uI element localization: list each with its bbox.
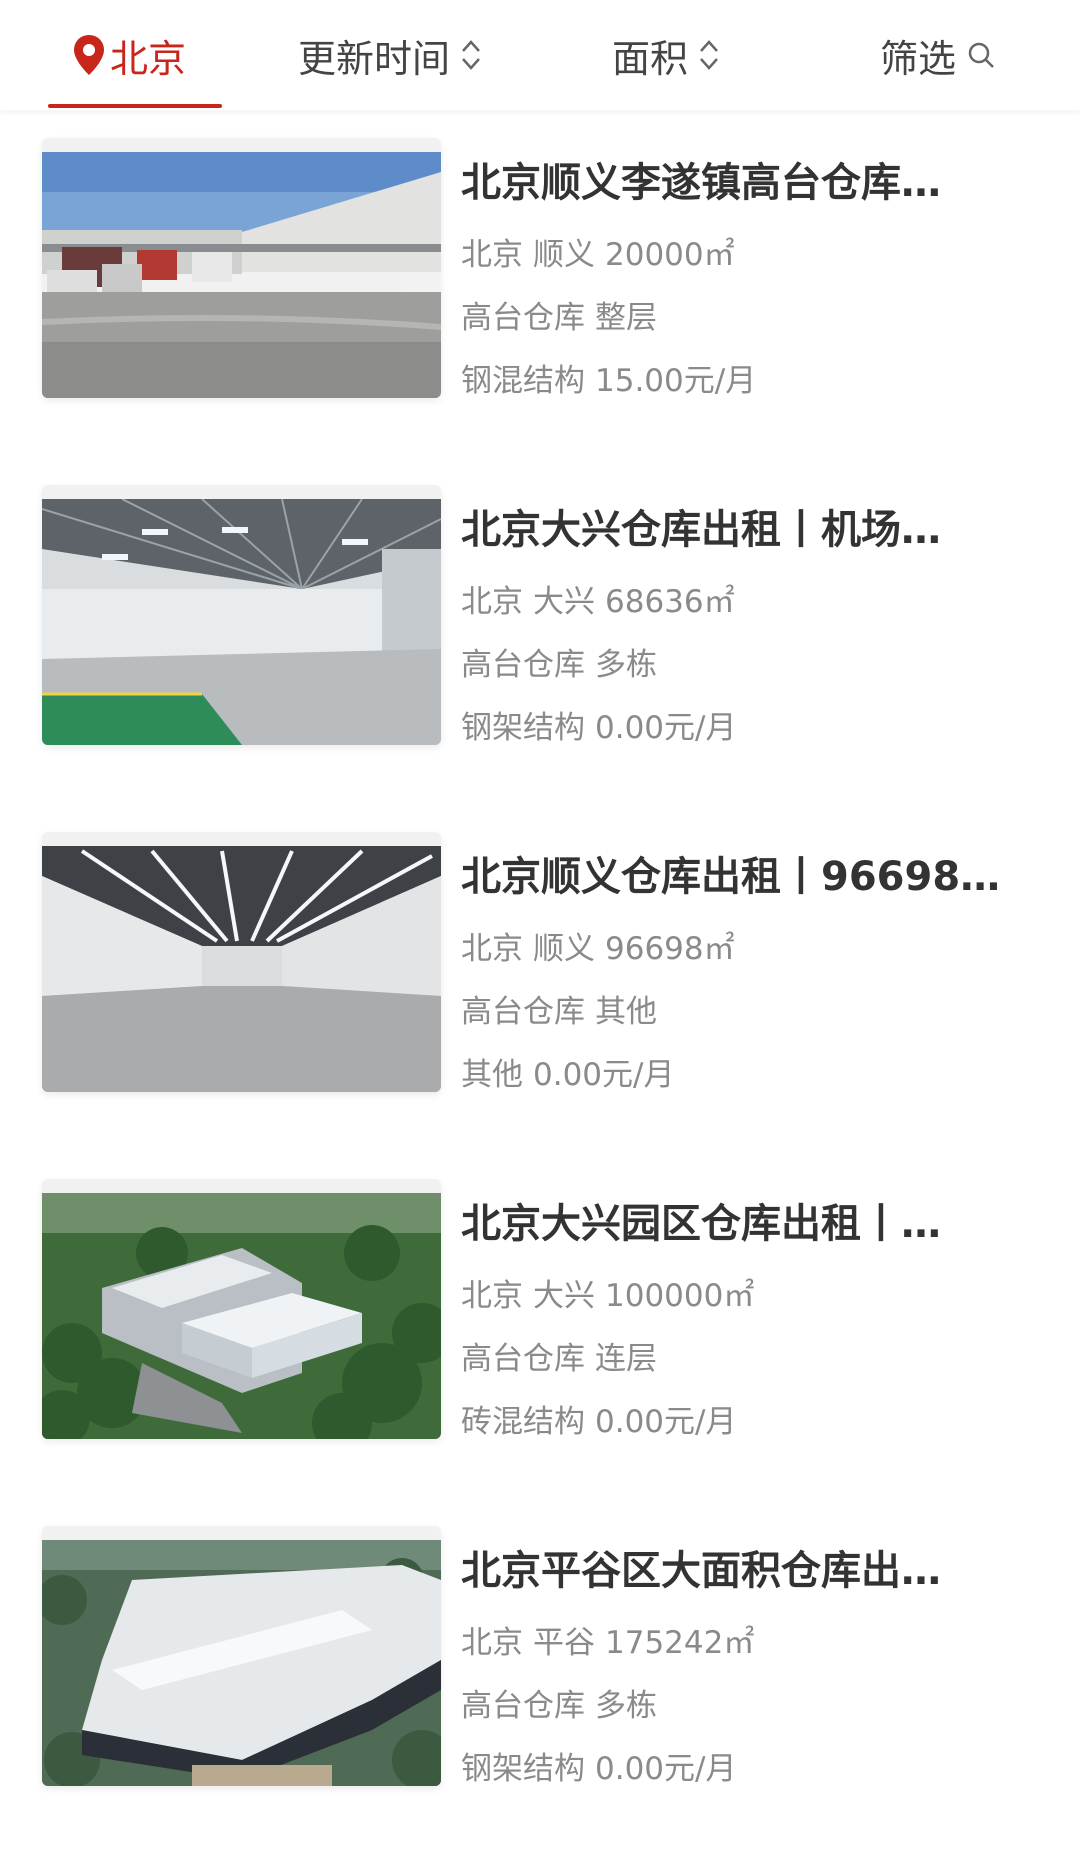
- update-time-label: 更新时间: [298, 36, 451, 81]
- filter-bar: 北京 更新时间 面积 筛选: [0, 0, 1080, 110]
- warehouse-complex-image: [42, 1540, 441, 1786]
- map-pin-icon: [74, 35, 104, 75]
- listing-structure: 钢混结构: [461, 363, 585, 399]
- warehouse-interior-image: [42, 499, 441, 745]
- listing-area: 68636㎡: [605, 584, 735, 620]
- listing-price-row: 钢混结构 15.00元/月: [461, 363, 1041, 399]
- listing-location: 北京 大兴 68636㎡: [461, 584, 1041, 620]
- listing-price-row: 钢架结构 0.00元/月: [461, 710, 1041, 746]
- listing-district: 大兴: [533, 1278, 595, 1314]
- listing-info: 北京大兴园区仓库出租丨… 北京 大兴 100000㎡ 高台仓库 连层 砖混结构 0.00…: [461, 1196, 1041, 1440]
- listing-type-row: 高台仓库 多栋: [461, 1688, 1041, 1724]
- listing-area: 96698㎡: [605, 931, 735, 967]
- listing-card[interactable]: 北京大兴园区仓库出租丨… 北京 大兴 100000㎡ 高台仓库 连层 砖混结构 0.00…: [0, 1151, 1080, 1498]
- listing-card[interactable]: 北京顺义李遂镇高台仓库… 北京 顺义 20000㎡ 高台仓库 整层 钢混结构 15.00…: [0, 110, 1080, 457]
- listing-type: 高台仓库: [461, 1688, 585, 1724]
- listing-area: 100000㎡: [605, 1278, 755, 1314]
- listing-area: 20000㎡: [605, 237, 735, 273]
- listing-info: 北京顺义李遂镇高台仓库… 北京 顺义 20000㎡ 高台仓库 整层 钢混结构 15.00…: [461, 155, 1041, 399]
- listing-title[interactable]: 北京顺义仓库出租丨96698…: [461, 849, 1041, 905]
- listing-type-row: 高台仓库 其他: [461, 994, 1041, 1030]
- listing-city: 北京: [461, 931, 523, 967]
- tab-area[interactable]: 面积: [612, 0, 722, 110]
- listing-price: 15.00元/月: [595, 363, 757, 399]
- listing-structure: 其他: [461, 1057, 523, 1093]
- listing-city: 北京: [461, 584, 523, 620]
- listing-district: 平谷: [533, 1625, 595, 1661]
- listing-info: 北京顺义仓库出租丨96698… 北京 顺义 96698㎡ 高台仓库 其他 其他 0.00…: [461, 849, 1041, 1093]
- listing-type-row: 高台仓库 连层: [461, 1341, 1041, 1377]
- listing-image[interactable]: [42, 485, 441, 745]
- listing-district: 顺义: [533, 931, 595, 967]
- listing-image[interactable]: [42, 1526, 441, 1786]
- listing-district: 顺义: [533, 237, 595, 273]
- sort-updown-icon: [700, 40, 718, 70]
- listing-title[interactable]: 北京大兴园区仓库出租丨…: [461, 1196, 1041, 1252]
- listing-structure: 砖混结构: [461, 1404, 585, 1440]
- listing-image[interactable]: [42, 1179, 441, 1439]
- search-icon: [968, 42, 994, 68]
- listing-area: 175242㎡: [605, 1625, 755, 1661]
- listing-type: 高台仓库: [461, 300, 585, 336]
- tab-update-time[interactable]: 更新时间: [298, 0, 484, 110]
- listing-floor: 多栋: [595, 1688, 657, 1724]
- listing-district: 大兴: [533, 584, 595, 620]
- tab-location[interactable]: 北京: [72, 0, 186, 110]
- listing-price-row: 其他 0.00元/月: [461, 1057, 1041, 1093]
- listing-location: 北京 顺义 20000㎡: [461, 237, 1041, 273]
- listing-info: 北京平谷区大面积仓库出… 北京 平谷 175242㎡ 高台仓库 多栋 钢架结构 0.00…: [461, 1543, 1041, 1787]
- logistics-park-image: [42, 1193, 441, 1439]
- warehouse-yard-image: [42, 152, 441, 398]
- listing-type: 高台仓库: [461, 647, 585, 683]
- listing-image[interactable]: [42, 832, 441, 1092]
- listing-structure: 钢架结构: [461, 1751, 585, 1787]
- listing-floor: 其他: [595, 994, 657, 1030]
- listing-title[interactable]: 北京顺义李遂镇高台仓库…: [461, 155, 1041, 211]
- listing-structure: 钢架结构: [461, 710, 585, 746]
- listing-price: 0.00元/月: [595, 1751, 737, 1787]
- location-label: 北京: [110, 36, 187, 81]
- listing-card[interactable]: 北京大兴仓库出租丨机场… 北京 大兴 68636㎡ 高台仓库 多栋 钢架结构 0.00元…: [0, 457, 1080, 804]
- listing-price: 0.00元/月: [595, 710, 737, 746]
- listing-city: 北京: [461, 1278, 523, 1314]
- listing-price-row: 砖混结构 0.00元/月: [461, 1404, 1041, 1440]
- listing-floor: 多栋: [595, 647, 657, 683]
- listing-info: 北京大兴仓库出租丨机场… 北京 大兴 68636㎡ 高台仓库 多栋 钢架结构 0.00元…: [461, 502, 1041, 746]
- filter-label: 筛选: [880, 36, 957, 81]
- listing-card[interactable]: 北京顺义仓库出租丨96698… 北京 顺义 96698㎡ 高台仓库 其他 其他 0.00…: [0, 804, 1080, 1151]
- listing-location: 北京 大兴 100000㎡: [461, 1278, 1041, 1314]
- listing-type: 高台仓库: [461, 1341, 585, 1377]
- area-label: 面积: [612, 36, 689, 81]
- listing-card[interactable]: 北京平谷区大面积仓库出… 北京 平谷 175242㎡ 高台仓库 多栋 钢架结构 0.00…: [0, 1498, 1080, 1845]
- listing-title[interactable]: 北京平谷区大面积仓库出…: [461, 1543, 1041, 1599]
- listing-location: 北京 顺义 96698㎡: [461, 931, 1041, 967]
- listing-price-row: 钢架结构 0.00元/月: [461, 1751, 1041, 1787]
- listing-price: 0.00元/月: [595, 1404, 737, 1440]
- sort-updown-icon: [462, 40, 480, 70]
- tab-filter[interactable]: 筛选: [880, 0, 996, 110]
- listing-floor: 整层: [595, 300, 657, 336]
- listing-city: 北京: [461, 237, 523, 273]
- listing-floor: 连层: [595, 1341, 657, 1377]
- listing-location: 北京 平谷 175242㎡: [461, 1625, 1041, 1661]
- listing-title[interactable]: 北京大兴仓库出租丨机场…: [461, 502, 1041, 558]
- listing-price: 0.00元/月: [533, 1057, 675, 1093]
- listing-type-row: 高台仓库 整层: [461, 300, 1041, 336]
- listing-image[interactable]: [42, 138, 441, 398]
- listing-type-row: 高台仓库 多栋: [461, 647, 1041, 683]
- warehouse-lit-interior-image: [42, 846, 441, 1092]
- listing-type: 高台仓库: [461, 994, 585, 1030]
- active-tab-indicator: [48, 104, 222, 108]
- listing-city: 北京: [461, 1625, 523, 1661]
